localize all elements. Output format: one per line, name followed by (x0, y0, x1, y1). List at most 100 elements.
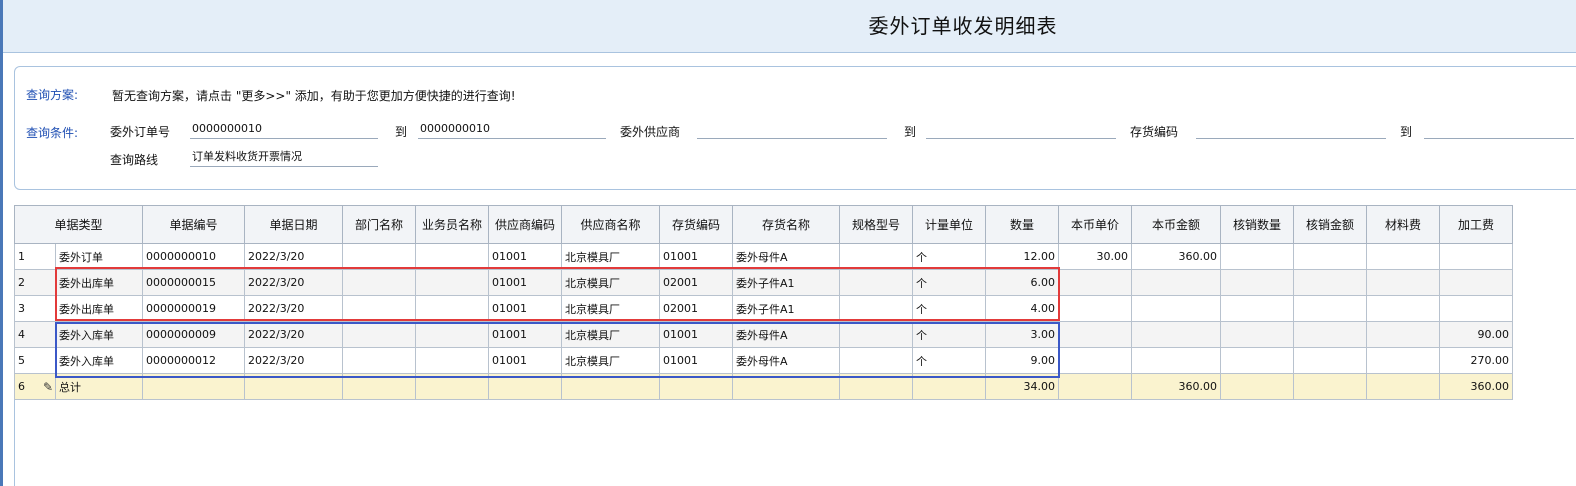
col-header[interactable]: 部门名称 (342, 205, 416, 244)
cell-qty[interactable]: 4.00 (985, 295, 1059, 322)
cell-type[interactable]: 委外入库单 (55, 321, 143, 348)
total-cell[interactable] (1220, 373, 1294, 400)
cell-dept[interactable] (342, 347, 416, 374)
total-row[interactable]: 6 ✎ 总计 34.00 360.00 360.00 (14, 373, 1513, 400)
cell-material[interactable] (1366, 243, 1440, 270)
cell-sup-name[interactable]: 北京模具厂 (561, 347, 660, 374)
cell-date[interactable]: 2022/3/20 (244, 347, 343, 374)
cell-inv-code[interactable]: 01001 (659, 347, 733, 374)
cell-dept[interactable] (342, 295, 416, 322)
total-cell[interactable] (659, 373, 733, 400)
col-header[interactable]: 核销数量 (1220, 205, 1294, 244)
table-row[interactable]: 3 委外出库单 0000000019 2022/3/20 01001 北京模具厂 02001… (14, 295, 1513, 322)
cell-wo-qty[interactable] (1220, 347, 1294, 374)
cell-sup-code[interactable]: 01001 (488, 347, 562, 374)
cell-staff[interactable] (415, 269, 489, 296)
total-cell[interactable] (1366, 373, 1440, 400)
cell-type[interactable]: 委外订单 (55, 243, 143, 270)
table-row[interactable]: 2 委外出库单 0000000015 2022/3/20 01001 北京模具厂 02001… (14, 269, 1513, 296)
cell-qty[interactable]: 12.00 (985, 243, 1059, 270)
cell-sup-code[interactable]: 01001 (488, 321, 562, 348)
cell-sup-name[interactable]: 北京模具厂 (561, 269, 660, 296)
cell-unit[interactable]: 个 (912, 295, 986, 322)
cell-wo-amt[interactable] (1293, 269, 1367, 296)
cell-spec[interactable] (839, 243, 913, 270)
cell-dept[interactable] (342, 321, 416, 348)
cell-sup-name[interactable]: 北京模具厂 (561, 321, 660, 348)
cell-sup-name[interactable]: 北京模具厂 (561, 243, 660, 270)
supplier-from-input[interactable] (697, 121, 887, 139)
col-header[interactable]: 存货名称 (732, 205, 840, 244)
cell-inv-code[interactable]: 01001 (659, 321, 733, 348)
inventory-to-input[interactable] (1424, 121, 1574, 139)
cell-unit[interactable]: 个 (912, 269, 986, 296)
cell-price[interactable]: 30.00 (1058, 243, 1132, 270)
col-header[interactable]: 单据日期 (244, 205, 343, 244)
table-row[interactable]: 5 委外入库单 0000000012 2022/3/20 01001 北京模具厂 01001… (14, 347, 1513, 374)
cell-staff[interactable] (415, 347, 489, 374)
cell-amount[interactable] (1131, 295, 1221, 322)
cell-staff[interactable] (415, 321, 489, 348)
cell-qty[interactable]: 9.00 (985, 347, 1059, 374)
cell-wo-amt[interactable] (1293, 295, 1367, 322)
cell-wo-amt[interactable] (1293, 347, 1367, 374)
cell-amount[interactable] (1131, 321, 1221, 348)
cell-unit[interactable]: 个 (912, 321, 986, 348)
col-header[interactable]: 供应商名称 (561, 205, 660, 244)
cell-dept[interactable] (342, 269, 416, 296)
cell-amount[interactable]: 360.00 (1131, 243, 1221, 270)
col-header[interactable]: 计量单位 (912, 205, 986, 244)
total-amount[interactable]: 360.00 (1131, 373, 1221, 400)
total-cell[interactable] (142, 373, 245, 400)
cell-spec[interactable] (839, 295, 913, 322)
total-cell[interactable] (488, 373, 562, 400)
cell-material[interactable] (1366, 269, 1440, 296)
cell-inv-name[interactable]: 委外母件A (732, 243, 840, 270)
cell-sup-code[interactable]: 01001 (488, 295, 562, 322)
cell-inv-name[interactable]: 委外子件A1 (732, 269, 840, 296)
col-header[interactable]: 加工费 (1439, 205, 1513, 244)
total-cell[interactable] (1293, 373, 1367, 400)
table-row[interactable]: 4 委外入库单 0000000009 2022/3/20 01001 北京模具厂 01001… (14, 321, 1513, 348)
cell-process[interactable] (1439, 243, 1513, 270)
col-header[interactable]: 核销金额 (1293, 205, 1367, 244)
cell-inv-code[interactable]: 02001 (659, 269, 733, 296)
cell-doc-no[interactable]: 0000000012 (142, 347, 245, 374)
cell-type[interactable]: 委外出库单 (55, 269, 143, 296)
cell-doc-no[interactable]: 0000000010 (142, 243, 245, 270)
col-header[interactable]: 供应商编码 (488, 205, 562, 244)
total-cell[interactable] (732, 373, 840, 400)
cell-material[interactable] (1366, 321, 1440, 348)
col-header[interactable]: 本币金额 (1131, 205, 1221, 244)
cell-amount[interactable] (1131, 347, 1221, 374)
order-no-from-input[interactable]: 0000000010 (190, 121, 378, 139)
cell-inv-code[interactable]: 01001 (659, 243, 733, 270)
cell-date[interactable]: 2022/3/20 (244, 295, 343, 322)
col-header[interactable]: 规格型号 (839, 205, 913, 244)
cell-wo-qty[interactable] (1220, 243, 1294, 270)
total-cell[interactable] (1058, 373, 1132, 400)
cell-wo-amt[interactable] (1293, 243, 1367, 270)
cell-staff[interactable] (415, 243, 489, 270)
cell-process[interactable]: 90.00 (1439, 321, 1513, 348)
cell-material[interactable] (1366, 347, 1440, 374)
total-cell[interactable] (561, 373, 660, 400)
cell-wo-amt[interactable] (1293, 321, 1367, 348)
total-cell[interactable] (342, 373, 416, 400)
cell-inv-code[interactable]: 02001 (659, 295, 733, 322)
col-header[interactable]: 本币单价 (1058, 205, 1132, 244)
cell-process[interactable]: 270.00 (1439, 347, 1513, 374)
supplier-to-input[interactable] (926, 121, 1116, 139)
cell-qty[interactable]: 3.00 (985, 321, 1059, 348)
cell-price[interactable] (1058, 295, 1132, 322)
total-cell[interactable] (244, 373, 343, 400)
col-header[interactable]: 单据类型 (14, 205, 143, 244)
cell-price[interactable] (1058, 269, 1132, 296)
inventory-from-input[interactable] (1196, 121, 1386, 139)
cell-unit[interactable]: 个 (912, 243, 986, 270)
cell-spec[interactable] (839, 321, 913, 348)
col-header[interactable]: 数量 (985, 205, 1059, 244)
col-header[interactable]: 材料费 (1366, 205, 1440, 244)
col-header[interactable]: 存货编码 (659, 205, 733, 244)
total-qty[interactable]: 34.00 (985, 373, 1059, 400)
